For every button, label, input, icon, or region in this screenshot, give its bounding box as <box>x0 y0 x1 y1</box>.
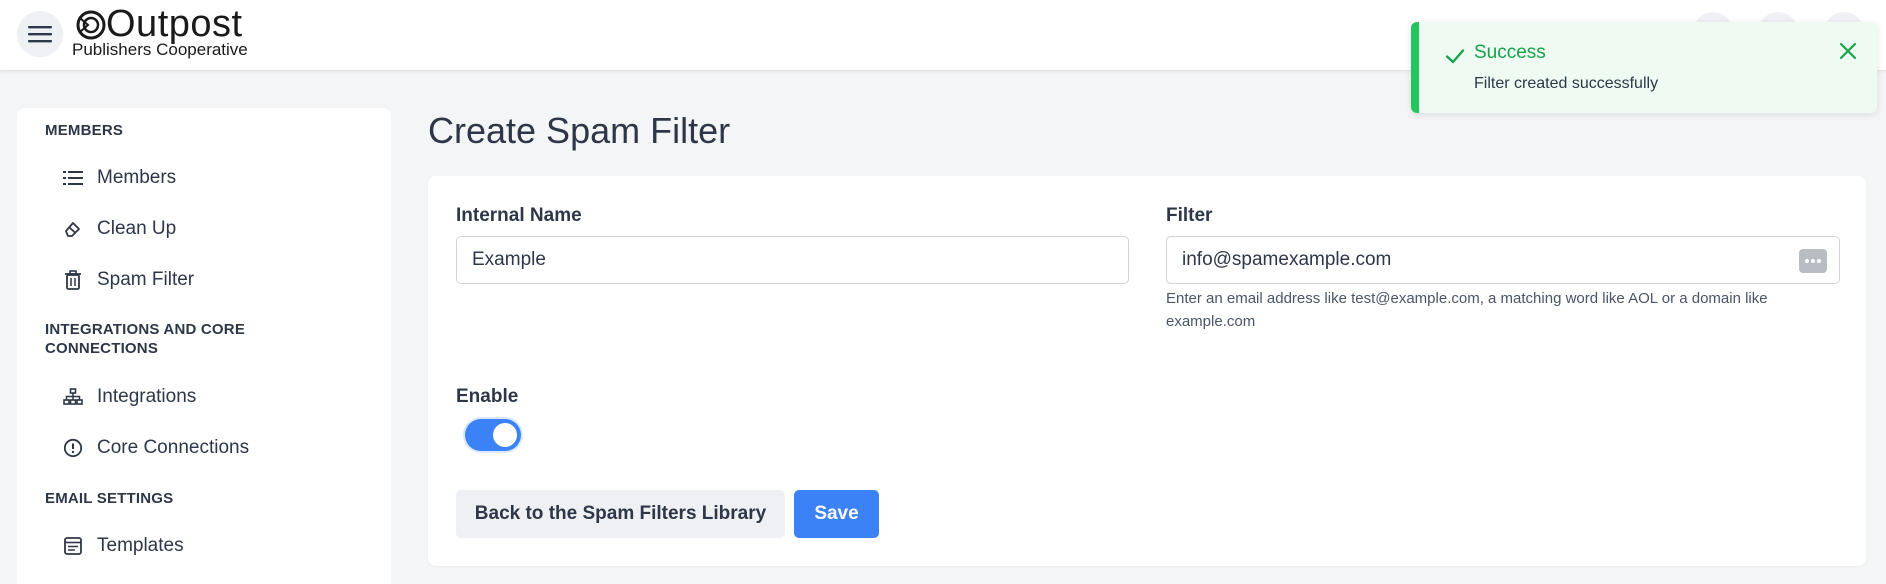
internal-name-label: Internal Name <box>456 205 582 226</box>
alert-circle-icon <box>63 438 83 458</box>
sidebar-item-label: Core Connections <box>97 437 250 458</box>
enable-toggle[interactable] <box>465 419 521 451</box>
sidebar-item-integrations[interactable]: Integrations <box>63 379 196 415</box>
close-icon[interactable] <box>1837 40 1859 62</box>
page-title: Create Spam Filter <box>428 110 731 151</box>
success-toast: Success Filter created successfully <box>1411 22 1877 113</box>
logo-subtitle: Publishers Cooperative <box>72 40 248 59</box>
sidebar-item-label: Spam Filter <box>97 269 195 290</box>
save-button[interactable]: Save <box>794 490 879 538</box>
sidebar: MEMBERS Members Clean Up Spam Filter INT… <box>17 108 391 584</box>
internal-name-input[interactable]: Example <box>456 236 1129 284</box>
toggle-knob <box>493 423 517 447</box>
check-icon <box>1445 49 1465 64</box>
outpost-logo[interactable]: Outpost Publishers Cooperative <box>72 3 302 60</box>
list-icon <box>63 168 83 188</box>
internal-name-value: Example <box>472 249 546 270</box>
sidebar-item-templates[interactable]: Templates <box>63 528 184 564</box>
sidebar-section-email-settings: EMAIL SETTINGS <box>45 490 174 507</box>
password-manager-icon[interactable] <box>1799 249 1827 273</box>
hamburger-menu-button[interactable] <box>17 11 63 57</box>
sidebar-item-label: Integrations <box>97 386 197 407</box>
sidebar-item-members[interactable]: Members <box>63 160 176 196</box>
sidebar-section-integrations: INTEGRATIONS AND CORE CONNECTIONS <box>45 321 246 357</box>
sidebar-item-core-connections[interactable]: Core Connections <box>63 430 249 466</box>
menu-icon <box>28 26 52 43</box>
sidebar-item-clean-up[interactable]: Clean Up <box>63 211 176 247</box>
spam-filter-form: Internal Name Example Filter info@spamex… <box>428 176 1866 566</box>
filter-value: info@spamexample.com <box>1182 249 1392 270</box>
filter-label: Filter <box>1166 205 1213 226</box>
filter-input[interactable]: info@spamexample.com <box>1166 236 1840 284</box>
sitemap-icon <box>63 387 83 407</box>
trash-icon <box>63 270 83 290</box>
toast-message: Filter created successfully <box>1474 75 1659 92</box>
sidebar-item-label: Members <box>97 167 177 188</box>
enable-label: Enable <box>456 386 519 407</box>
sidebar-item-label: Templates <box>97 535 184 556</box>
toast-title: Success <box>1474 42 1546 63</box>
eraser-icon <box>63 219 83 239</box>
logo-mark-icon <box>76 10 106 40</box>
sidebar-section-members: MEMBERS <box>45 122 124 139</box>
filter-help-text: Enter an email address like test@example… <box>1166 290 1768 330</box>
sidebar-item-label: Clean Up <box>97 218 177 239</box>
sidebar-item-spam-filter[interactable]: Spam Filter <box>63 262 194 298</box>
template-icon <box>63 536 83 556</box>
back-to-library-button[interactable]: Back to the Spam Filters Library <box>456 490 785 538</box>
